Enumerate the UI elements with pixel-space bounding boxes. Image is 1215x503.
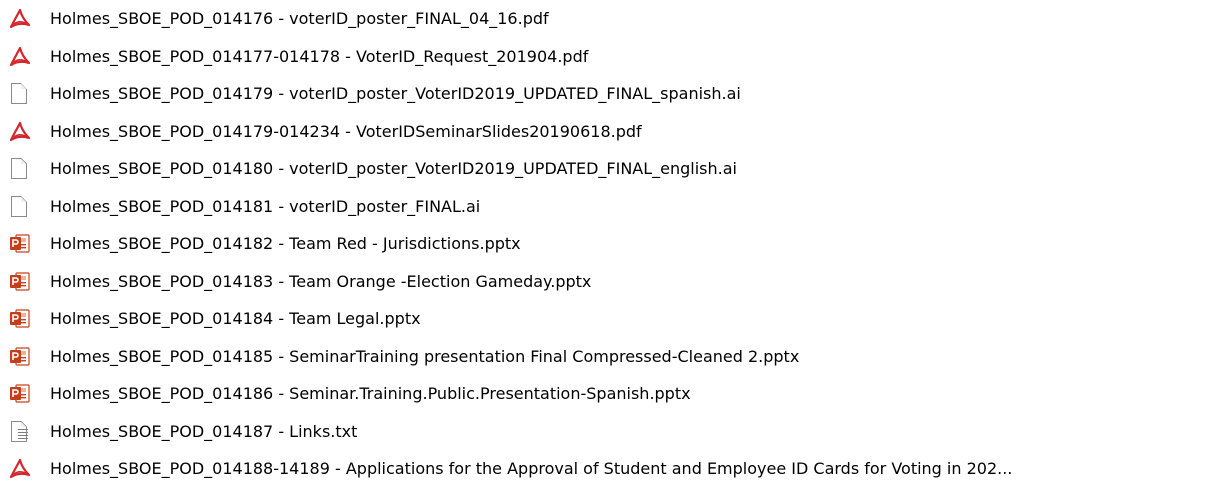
file-name: Holmes_SBOE_POD_014180 - voterID_poster_…: [50, 159, 737, 178]
file-row[interactable]: Holmes_SBOE_POD_014185 - SeminarTraining…: [0, 340, 799, 374]
file-row[interactable]: Holmes_SBOE_POD_014176 - voterID_poster_…: [0, 2, 549, 36]
file-row[interactable]: Holmes_SBOE_POD_014182 - Team Red - Juri…: [0, 227, 521, 261]
file-name: Holmes_SBOE_POD_014181 - voterID_poster_…: [50, 196, 481, 216]
file-name: Holmes_SBOE_POD_014185 - SeminarTraining…: [50, 346, 800, 366]
file-name: Holmes_SBOE_POD_014184 - Team Legal.pptx: [50, 309, 421, 328]
file-list: Holmes_SBOE_POD_014176 - voterID_poster_…: [0, 0, 1215, 503]
file-name: Holmes_SBOE_POD_014183 - Team Orange -El…: [50, 271, 592, 291]
file-name: Holmes_SBOE_POD_014187 - Links.txt: [50, 421, 358, 441]
file-name: Holmes_SBOE_POD_014179-014234 - VoterIDS…: [50, 121, 642, 141]
file-row[interactable]: Holmes_SBOE_POD_014179 - voterID_poster_…: [0, 77, 741, 111]
text-file-icon: [8, 420, 32, 444]
pdf-file-icon: [8, 7, 32, 31]
file-name: Holmes_SBOE_POD_014177-014178 - VoterID_…: [50, 46, 589, 66]
file-name: Holmes_SBOE_POD_014182 - Team Red - Juri…: [50, 234, 521, 253]
powerpoint-file-icon: [8, 232, 32, 256]
pdf-file-icon: [8, 45, 32, 69]
file-row[interactable]: Holmes_SBOE_POD_014179-014234 - VoterIDS…: [0, 115, 642, 149]
powerpoint-file-icon: [8, 307, 32, 331]
pdf-file-icon: [8, 120, 32, 144]
file-row[interactable]: Holmes_SBOE_POD_014177-014178 - VoterID_…: [0, 40, 588, 74]
file-row[interactable]: Holmes_SBOE_POD_014188-14189 - Applicati…: [0, 452, 1012, 486]
file-row[interactable]: Holmes_SBOE_POD_014181 - voterID_poster_…: [0, 190, 480, 224]
file-name: Holmes_SBOE_POD_014179 - voterID_poster_…: [50, 84, 741, 103]
powerpoint-file-icon: [8, 270, 32, 294]
generic-file-icon: [8, 82, 32, 106]
file-row[interactable]: Holmes_SBOE_POD_014184 - Team Legal.pptx: [0, 302, 421, 336]
file-name: Holmes_SBOE_POD_014176 - voterID_poster_…: [50, 9, 549, 28]
file-row[interactable]: Holmes_SBOE_POD_014180 - voterID_poster_…: [0, 152, 737, 186]
file-row[interactable]: Holmes_SBOE_POD_014186 - Seminar.Trainin…: [0, 377, 691, 411]
pdf-file-icon: [8, 457, 32, 481]
powerpoint-file-icon: [8, 345, 32, 369]
file-name: Holmes_SBOE_POD_014188-14189 - Applicati…: [50, 459, 1013, 478]
file-name: Holmes_SBOE_POD_014186 - Seminar.Trainin…: [50, 384, 691, 403]
generic-file-icon: [8, 195, 32, 219]
generic-file-icon: [8, 157, 32, 181]
file-row[interactable]: Holmes_SBOE_POD_014187 - Links.txt: [0, 415, 357, 449]
powerpoint-file-icon: [8, 382, 32, 406]
file-row[interactable]: Holmes_SBOE_POD_014183 - Team Orange -El…: [0, 265, 591, 299]
